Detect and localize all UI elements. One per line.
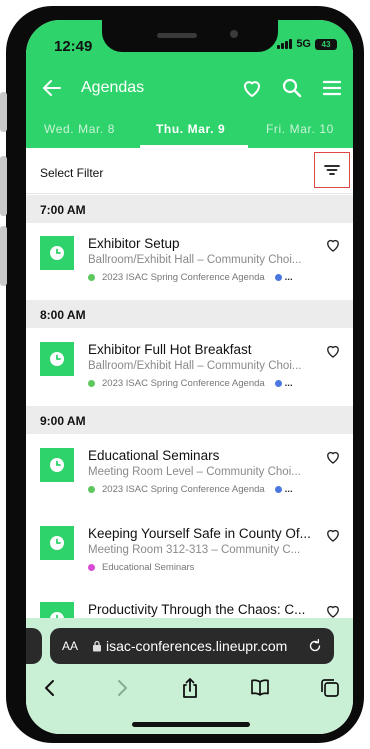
clock-icon xyxy=(40,236,74,270)
bookmarks-icon[interactable] xyxy=(248,676,272,700)
session-title: Keeping Yourself Safe in County Of... xyxy=(88,526,311,541)
session-title: Exhibitor Setup xyxy=(88,236,180,251)
network-label: 5G xyxy=(296,38,311,50)
session-tags: 2023 ISAC Spring Conference Agenda ... xyxy=(88,272,293,283)
tab-thu-mar-9[interactable]: Thu. Mar. 9 xyxy=(156,122,225,136)
session-item[interactable]: Keeping Yourself Safe in County Of... Me… xyxy=(26,526,353,596)
session-location: Meeting Room Level – Community Choi... xyxy=(88,466,301,478)
select-filter-label[interactable]: Select Filter xyxy=(40,166,103,180)
forward-icon[interactable] xyxy=(110,676,134,700)
tag-label: 2023 ISAC Spring Conference Agenda xyxy=(102,378,265,389)
date-tabs: Wed. Mar. 8 Thu. Mar. 9 Fri. Mar. 10 xyxy=(26,112,353,148)
more-tags: ... xyxy=(284,484,293,495)
tab-wed-mar-8[interactable]: Wed. Mar. 8 xyxy=(44,122,115,136)
clock-icon xyxy=(40,342,74,376)
clock-icon xyxy=(40,448,74,482)
status-time: 12:49 xyxy=(54,38,93,55)
tag-dot xyxy=(274,486,282,493)
session-item[interactable]: Exhibitor Full Hot Breakfast Ballroom/Ex… xyxy=(26,342,353,414)
clock-icon xyxy=(40,526,74,560)
heart-icon[interactable] xyxy=(324,342,342,360)
back-arrow-icon[interactable] xyxy=(40,76,64,100)
screen: 12:49 5G 43 Agendas Wed. Mar. 8 Thu. Mar… xyxy=(26,20,353,734)
session-title: Exhibitor Full Hot Breakfast xyxy=(88,342,252,357)
filter-button[interactable] xyxy=(314,152,350,188)
search-icon[interactable] xyxy=(280,76,304,100)
session-tags: Educational Seminars xyxy=(88,562,194,573)
session-location: Ballroom/Exhibit Hall – Community Choi..… xyxy=(88,254,302,266)
status-bar: 12:49 5G 43 xyxy=(26,20,353,64)
speaker-grille xyxy=(157,33,197,38)
tab-fri-mar-10[interactable]: Fri. Mar. 10 xyxy=(266,122,334,136)
more-tags: ... xyxy=(284,378,293,389)
side-button xyxy=(0,226,7,286)
home-indicator xyxy=(132,722,250,727)
session-title: Productivity Through the Chaos: C... xyxy=(88,602,306,617)
share-icon[interactable] xyxy=(178,676,202,700)
heart-icon[interactable] xyxy=(324,526,342,544)
tag-dot xyxy=(274,380,282,387)
time-slot-header: 9:00 AM xyxy=(26,406,353,434)
tabs-icon[interactable] xyxy=(318,676,342,700)
reader-options-button[interactable]: AA xyxy=(62,639,78,653)
reload-icon[interactable] xyxy=(306,637,324,655)
time-slot-label: 8:00 AM xyxy=(40,308,86,322)
heart-icon[interactable] xyxy=(324,236,342,254)
filter-icon xyxy=(324,165,340,175)
side-button xyxy=(0,156,7,216)
session-location: Meeting Room 312-313 – Community C... xyxy=(88,544,301,556)
tag-dot xyxy=(88,274,95,281)
tag-label: 2023 ISAC Spring Conference Agenda xyxy=(102,484,265,495)
time-slot-label: 9:00 AM xyxy=(40,414,86,428)
filter-row: Select Filter xyxy=(26,148,353,194)
browser-toolbar: AA isac-conferences.lineupr.com xyxy=(26,618,353,734)
camera-dot xyxy=(230,30,238,38)
tag-dot xyxy=(88,380,95,387)
signal-icon xyxy=(277,39,293,49)
notch xyxy=(102,20,278,52)
menu-icon[interactable] xyxy=(320,76,344,100)
side-button xyxy=(0,92,7,132)
page-title: Agendas xyxy=(81,79,145,96)
previous-tab-pill[interactable] xyxy=(26,628,42,664)
session-title: Educational Seminars xyxy=(88,448,220,463)
heart-icon[interactable] xyxy=(324,448,342,466)
session-item[interactable]: Educational Seminars Meeting Room Level … xyxy=(26,448,353,514)
address-bar[interactable]: AA isac-conferences.lineupr.com xyxy=(50,628,334,664)
heart-icon[interactable] xyxy=(240,76,264,100)
tag-label: Educational Seminars xyxy=(102,562,195,573)
time-slot-label: 7:00 AM xyxy=(40,203,86,217)
url-text[interactable]: isac-conferences.lineupr.com xyxy=(106,638,287,654)
tag-dot xyxy=(88,564,95,571)
back-icon[interactable] xyxy=(38,676,62,700)
session-tags: 2023 ISAC Spring Conference Agenda ... xyxy=(88,484,293,495)
battery-icon: 43 xyxy=(315,38,337,50)
app-header: Agendas xyxy=(26,64,353,112)
status-indicators: 5G 43 xyxy=(277,38,337,50)
more-tags: ... xyxy=(284,272,293,283)
session-location: Ballroom/Exhibit Hall – Community Choi..… xyxy=(88,360,302,372)
tag-dot xyxy=(88,486,95,493)
time-slot-header: 7:00 AM xyxy=(26,195,353,223)
session-item[interactable]: Exhibitor Setup Ballroom/Exhibit Hall – … xyxy=(26,236,353,308)
time-slot-header: 8:00 AM xyxy=(26,300,353,328)
session-tags: 2023 ISAC Spring Conference Agenda ... xyxy=(88,378,293,389)
tag-label: 2023 ISAC Spring Conference Agenda xyxy=(102,272,265,283)
lock-icon xyxy=(93,640,101,652)
tag-dot xyxy=(274,274,282,281)
